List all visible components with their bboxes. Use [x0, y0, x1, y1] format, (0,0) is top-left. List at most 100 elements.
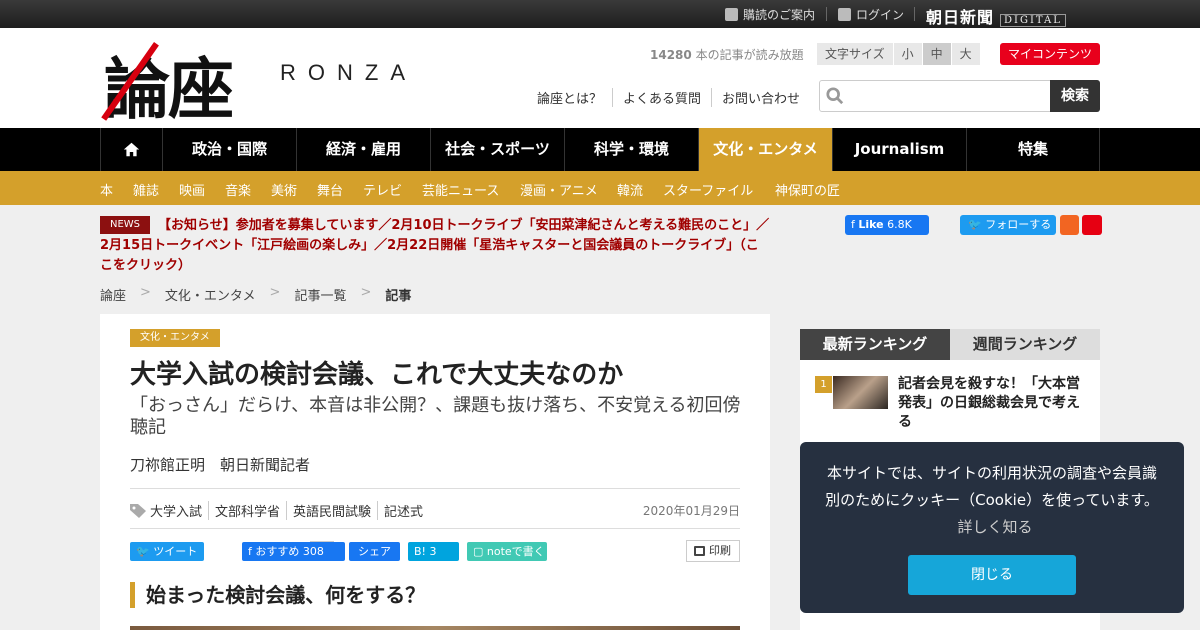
breadcrumb-separator: >: [360, 285, 372, 300]
tag-icon: [130, 503, 146, 518]
search-button[interactable]: 検索: [1050, 80, 1100, 112]
search-input[interactable]: [852, 81, 1047, 111]
fb-like-label: Like: [858, 218, 884, 231]
home-icon: [123, 142, 140, 157]
subnav-item[interactable]: 音楽: [225, 180, 251, 199]
breadcrumb-list[interactable]: 記事一覧: [294, 285, 346, 304]
twitter-follow-button[interactable]: 🐦 フォローする: [960, 215, 1056, 235]
logo-roman: RONZA: [280, 60, 417, 85]
login-link[interactable]: ログイン: [838, 6, 904, 23]
subnav-item[interactable]: 雑誌: [133, 180, 159, 199]
main-nav: 政治・国際 経済・雇用 社会・スポーツ 科学・環境 文化・エンタメ Journa…: [0, 128, 1200, 171]
rank-number: 1: [815, 376, 832, 393]
subnav-item[interactable]: 本: [100, 180, 113, 199]
divider: [826, 7, 827, 21]
nav-features[interactable]: 特集: [966, 128, 1100, 171]
tab-weekly-ranking[interactable]: 週間ランキング: [950, 329, 1100, 360]
ranking-title[interactable]: 記者会見を殺すな！「大本営発表」の日銀総裁会見で考える: [898, 375, 1088, 432]
category-badge[interactable]: 文化・エンタメ: [130, 329, 220, 347]
subnav-item[interactable]: 芸能ニュース: [422, 180, 499, 199]
nav-economy[interactable]: 経済・雇用: [296, 128, 430, 171]
ranking-thumbnail[interactable]: [833, 376, 888, 409]
font-size-large[interactable]: 大: [951, 43, 980, 65]
about-link[interactable]: 論座とは？: [537, 88, 612, 107]
tag-list: 大学入試 文部科学省 英語民間試験 記述式: [130, 501, 429, 520]
cookie-more-link[interactable]: 詳しく知る: [957, 518, 1032, 536]
facebook-like-button[interactable]: f Like 6.8K: [845, 215, 929, 235]
divider: [914, 7, 915, 21]
font-size-small[interactable]: 小: [893, 43, 922, 65]
facebook-recommend-button[interactable]: f おすすめ 308: [242, 542, 345, 561]
font-size-medium[interactable]: 中: [922, 43, 951, 65]
nav-home[interactable]: [100, 128, 162, 171]
article-count: 14280 本の記事が読み放題: [650, 46, 804, 63]
breadcrumb-category[interactable]: 文化・エンタメ: [165, 285, 256, 304]
breadcrumb: 論座 > 文化・エンタメ > 記事一覧 > 記事: [100, 285, 425, 304]
tag-item[interactable]: 大学入試: [150, 501, 208, 520]
note-icon: ▢: [473, 545, 487, 558]
section-heading: 始まった検討会議、何をする？: [130, 582, 425, 608]
facebook-share-button[interactable]: シェア: [349, 542, 400, 561]
cookie-consent-dialog: 本サイトでは、サイトの利用状況の調査や会員識別のためにクッキー（Cookie）を…: [800, 442, 1184, 613]
faq-link[interactable]: よくある質問: [612, 88, 711, 107]
news-badge: NEWS: [100, 216, 150, 234]
cookie-message-text: 本サイトでは、サイトの利用状況の調査や会員識別のためにクッキー（Cookie）を…: [825, 464, 1159, 509]
tab-latest-ranking[interactable]: 最新ランキング: [800, 329, 950, 360]
article-author[interactable]: 刀祢館正明 朝日新聞記者: [130, 454, 310, 475]
sub-nav: 本 雑誌 映画 音楽 美術 舞台 テレビ 芸能ニュース 漫画・アニメ 韓流 スタ…: [0, 171, 1200, 205]
article-card: 文化・エンタメ 大学入試の検討会議、これで大丈夫なのか 「おっさん」だらけ、本音…: [100, 314, 770, 630]
subnav-item[interactable]: 映画: [179, 180, 205, 199]
tag-item[interactable]: 記述式: [377, 501, 429, 520]
subnav-item[interactable]: 神保町の匠: [775, 180, 840, 199]
nav-culture[interactable]: 文化・エンタメ: [698, 128, 832, 171]
article-count-suffix: 本の記事が読み放題: [691, 48, 804, 62]
subnav-item[interactable]: テレビ: [363, 180, 402, 199]
breadcrumb-current: 記事: [385, 289, 412, 304]
nav-science[interactable]: 科学・環境: [564, 128, 698, 171]
asahi-digital-logo[interactable]: 朝日新聞 DIGITAL: [926, 4, 1066, 28]
cookie-message: 本サイトでは、サイトの利用状況の調査や会員識別のためにクッキー（Cookie）を…: [820, 460, 1164, 541]
tw-follow-label: フォローする: [985, 218, 1052, 231]
article-count-number: 14280: [650, 48, 692, 62]
cookie-close-button[interactable]: 閉じる: [908, 555, 1076, 595]
news-ticker[interactable]: 【お知らせ】参加者を募集しています／2月10日トークライブ「安田菜津紀さんと考え…: [100, 216, 770, 276]
tag-item[interactable]: 文部科学省: [208, 501, 286, 520]
note-button[interactable]: ▢ noteで書く: [467, 542, 547, 561]
print-button[interactable]: 印刷: [686, 540, 740, 562]
search-icon: [826, 87, 844, 105]
nav-politics[interactable]: 政治・国際: [162, 128, 296, 171]
article-photo: [130, 626, 740, 630]
subnav-item[interactable]: 舞台: [317, 180, 343, 199]
subnav-item[interactable]: スターファイル: [663, 180, 753, 199]
contact-link[interactable]: お問い合わせ: [711, 88, 810, 107]
note-label: noteで書く: [486, 545, 545, 558]
nav-journalism[interactable]: Journalism: [832, 128, 966, 171]
subscribe-label: 購読のご案内: [743, 8, 816, 22]
twitter-icon: 🐦: [968, 218, 982, 231]
divider: [130, 528, 740, 529]
lock-icon: [838, 8, 851, 21]
ronza-logo[interactable]: 論座 RONZA: [101, 36, 444, 128]
my-contents-button[interactable]: マイコンテンツ: [1000, 43, 1101, 65]
nav-society[interactable]: 社会・スポーツ: [430, 128, 564, 171]
article-subtitle: 「おっさん」だらけ、本音は非公開？、課題も抜け落ち、不安覚える初回傍聴記: [130, 395, 741, 438]
subscribe-link[interactable]: 購読のご案内: [725, 6, 815, 23]
subnav-item[interactable]: 韓流: [617, 180, 643, 199]
edit-icon: [725, 8, 738, 21]
fb-like-count: 6.8K: [887, 218, 912, 231]
tweet-button[interactable]: 🐦 ツイート: [130, 542, 204, 561]
publish-date: 2020年01月29日: [642, 504, 740, 518]
font-size-label: 文字サイズ: [817, 43, 893, 65]
twitter-icon: 🐦: [136, 545, 150, 558]
site-header: 論座 RONZA 14280 本の記事が読み放題 文字サイズ 小 中 大 マイコ…: [0, 28, 1200, 128]
rss-icon[interactable]: [1060, 215, 1079, 235]
brand-suffix: DIGITAL: [1000, 14, 1066, 27]
tag-item[interactable]: 英語民間試験: [286, 501, 377, 520]
hatena-bookmark-button[interactable]: B! 3: [408, 542, 459, 561]
mail-icon[interactable]: [1082, 215, 1102, 235]
breadcrumb-home[interactable]: 論座: [100, 285, 126, 304]
subnav-item[interactable]: 漫画・アニメ: [520, 180, 598, 199]
subnav-item[interactable]: 美術: [271, 180, 297, 199]
ranking-tabs: 最新ランキング 週間ランキング: [800, 329, 1100, 360]
breadcrumb-separator: >: [269, 285, 281, 300]
